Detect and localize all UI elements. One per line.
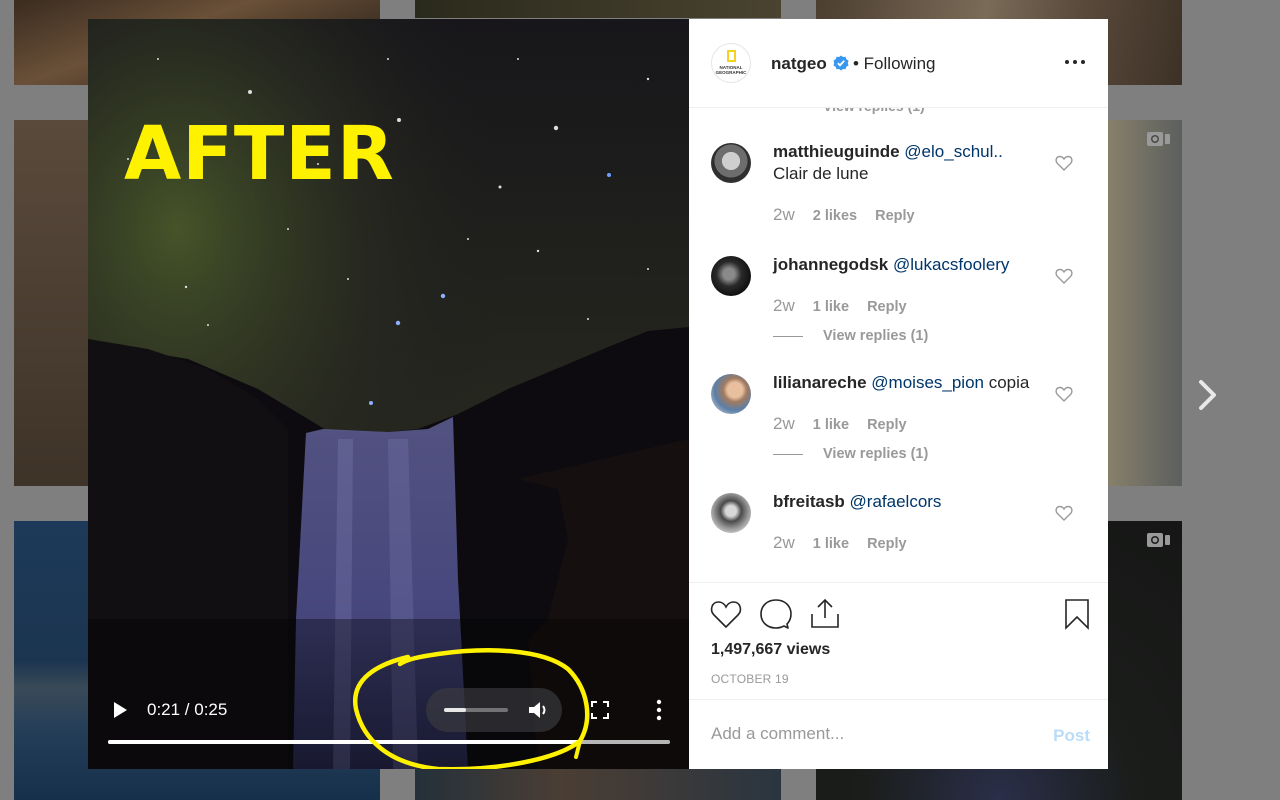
comment-username[interactable]: bfreitasb (773, 492, 845, 511)
kebab-menu-icon[interactable] (654, 699, 664, 721)
after-overlay-label: AFTER (124, 111, 395, 197)
comment-reply-button[interactable]: Reply (867, 417, 907, 433)
comment-age: 2w (773, 533, 795, 552)
chevron-right-icon[interactable] (1196, 378, 1220, 412)
video-time: 0:21 / 0:25 (147, 700, 228, 719)
comment-reply-button[interactable]: Reply (875, 208, 915, 224)
following-button[interactable]: • Following (853, 54, 936, 74)
comment-meta: 2w 1 like Reply (773, 414, 907, 434)
comment-mention[interactable]: @rafaelcors (850, 492, 942, 511)
comment-likes[interactable]: 1 like (813, 536, 849, 552)
commenter-avatar[interactable] (711, 493, 751, 533)
comment-reply-button[interactable]: Reply (867, 536, 907, 552)
comment-likes[interactable]: 1 like (813, 417, 849, 433)
comment-likes[interactable]: 1 like (813, 299, 849, 315)
fullscreen-icon[interactable] (591, 701, 609, 719)
view-count[interactable]: 1,497,667 views (711, 641, 830, 659)
natgeo-avatar[interactable]: NATIONAL GEOGRAPHIC (711, 43, 751, 83)
volume-control[interactable] (426, 688, 562, 732)
grid-tile[interactable] (415, 769, 781, 800)
play-icon[interactable] (112, 701, 128, 719)
post-header: NATIONAL GEOGRAPHIC natgeo • Following (689, 19, 1108, 108)
view-replies-link[interactable]: View replies (1) (823, 108, 925, 114)
like-comment-heart-icon[interactable] (1055, 505, 1073, 521)
volume-icon[interactable] (528, 700, 550, 720)
grid-tile[interactable] (415, 0, 781, 18)
comment-form: Post (689, 699, 1108, 770)
post-username[interactable]: natgeo (771, 54, 827, 74)
post-comment-button[interactable]: Post (1053, 726, 1090, 746)
comment-icon[interactable] (759, 597, 793, 631)
commenter-avatar[interactable] (711, 143, 751, 183)
video-progress-fill (108, 740, 581, 744)
view-replies-link[interactable]: View replies (1) (773, 328, 928, 344)
comment-age: 2w (773, 414, 795, 433)
post-actions: 1,497,667 views OCTOBER 19 (689, 582, 1108, 699)
post-side-panel: NATIONAL GEOGRAPHIC natgeo • Following V… (689, 19, 1108, 769)
bookmark-icon[interactable] (1060, 597, 1094, 631)
comment-text: Clair de lune (773, 164, 869, 183)
comment-username[interactable]: johannegodsk (773, 255, 888, 274)
view-replies-link[interactable]: View replies (1) (773, 446, 928, 462)
video-camera-icon (1147, 533, 1170, 547)
video-player[interactable]: AFTER 0:21 / 0:25 (88, 19, 689, 769)
commenter-avatar[interactable] (711, 256, 751, 296)
comment-username[interactable]: lilianareche (773, 373, 867, 392)
comment-meta: 2w 1 like Reply (773, 296, 907, 316)
view-replies-label: View replies (1) (823, 446, 929, 462)
avatar-text: NATIONAL GEOGRAPHIC (715, 65, 747, 75)
like-comment-heart-icon[interactable] (1055, 155, 1073, 171)
divider (773, 453, 803, 455)
comment-mention[interactable]: @elo_schul.. (904, 142, 1003, 161)
like-comment-heart-icon[interactable] (1055, 386, 1073, 402)
like-comment-heart-icon[interactable] (1055, 268, 1073, 284)
comment-username[interactable]: matthieuguinde (773, 142, 900, 161)
comment-input[interactable] (711, 716, 1031, 752)
comment-age: 2w (773, 205, 795, 224)
comment-reply-button[interactable]: Reply (867, 299, 907, 315)
heart-icon[interactable] (709, 597, 743, 631)
natgeo-logo-icon (727, 50, 736, 62)
commenter-avatar[interactable] (711, 374, 751, 414)
video-camera-icon (1147, 132, 1170, 146)
more-horizontal-icon[interactable] (1064, 55, 1086, 69)
divider (773, 335, 803, 337)
volume-slider[interactable] (444, 708, 508, 712)
share-icon[interactable] (808, 597, 842, 631)
view-replies-label: View replies (1) (823, 328, 929, 344)
comment-likes[interactable]: 2 likes (813, 208, 857, 224)
comment-meta: 2w 1 like Reply (773, 533, 907, 553)
comment-text: copia (984, 373, 1030, 392)
verified-badge-icon (833, 55, 849, 71)
post-modal: AFTER 0:21 / 0:25 NATIONAL GEOGRAPHIC na… (88, 19, 1108, 769)
volume-slider-fill (444, 708, 467, 712)
comment-mention[interactable]: @moises_pion (871, 373, 984, 392)
comments-list[interactable]: View replies (1) matthieuguinde @elo_sch… (689, 108, 1108, 582)
comment-age: 2w (773, 296, 795, 315)
video-progress-bar[interactable] (108, 740, 670, 744)
post-date: OCTOBER 19 (711, 672, 789, 686)
comment-mention[interactable]: @lukacsfoolery (893, 255, 1009, 274)
comment-meta: 2w 2 likes Reply (773, 205, 915, 225)
